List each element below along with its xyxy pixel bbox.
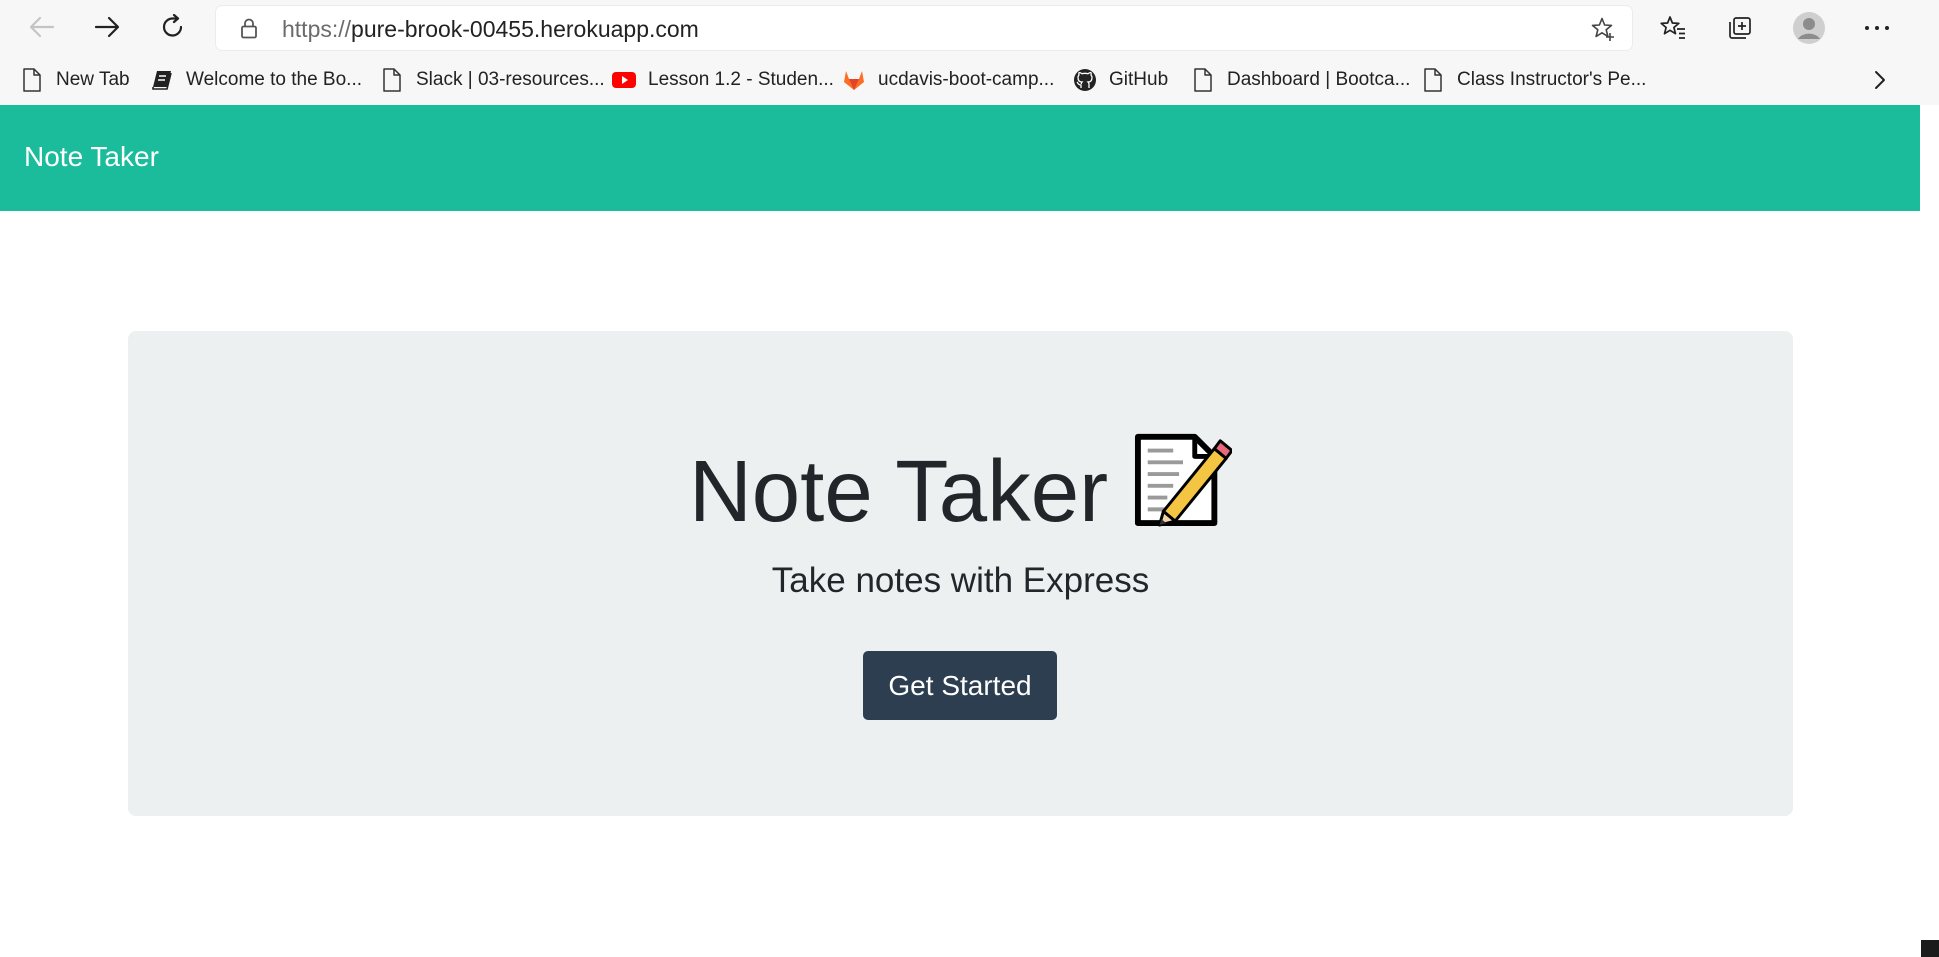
memo-icon bbox=[1135, 433, 1233, 527]
github-icon bbox=[1073, 68, 1097, 92]
chevron-right-icon bbox=[1875, 71, 1885, 89]
bookmark-label: Dashboard | Bootca... bbox=[1227, 69, 1411, 90]
browser-toolbar: https://pure-brook-00455.herokuapp.com bbox=[0, 0, 1939, 56]
bookmark-lesson[interactable]: Lesson 1.2 - Studen... bbox=[612, 64, 834, 96]
bookmark-welcome[interactable]: Welcome to the Bo... bbox=[150, 64, 362, 96]
profile-button[interactable] bbox=[1790, 9, 1828, 47]
bookmark-label: Welcome to the Bo... bbox=[186, 69, 363, 90]
url-text[interactable]: https://pure-brook-00455.herokuapp.com bbox=[282, 16, 699, 43]
collections-icon bbox=[1729, 17, 1751, 39]
avatar-icon bbox=[1793, 12, 1825, 44]
book-icon bbox=[150, 68, 174, 92]
bookmark-slack[interactable]: Slack | 03-resources... bbox=[380, 64, 605, 96]
page-icon bbox=[1191, 68, 1215, 92]
star-add-icon[interactable] bbox=[1590, 16, 1616, 42]
reload-icon bbox=[162, 14, 183, 37]
bookmarks-bar: New Tab Welcome to the Bo... Slack | 03-… bbox=[0, 56, 1939, 105]
bookmark-label: Slack | 03-resources... bbox=[416, 69, 605, 90]
navbar-brand-link[interactable]: Note Taker bbox=[24, 141, 159, 173]
url-scheme: https:// bbox=[282, 16, 352, 42]
hero-jumbotron: Note Taker Take notes with Express Get S… bbox=[128, 331, 1793, 816]
youtube-icon bbox=[612, 68, 636, 92]
ellipsis-icon bbox=[1865, 26, 1889, 30]
collections-button[interactable] bbox=[1721, 9, 1759, 47]
favorites-button[interactable] bbox=[1654, 9, 1692, 47]
page-icon bbox=[20, 68, 44, 92]
lock-icon bbox=[241, 18, 257, 39]
forward-button[interactable] bbox=[87, 7, 127, 47]
address-bar[interactable]: https://pure-brook-00455.herokuapp.com bbox=[216, 6, 1632, 50]
page-icon bbox=[380, 68, 404, 92]
reload-button[interactable] bbox=[153, 7, 193, 47]
bookmark-label: New Tab bbox=[56, 69, 130, 90]
bookmarks-overflow-button[interactable] bbox=[1866, 66, 1894, 94]
bookmark-label: ucdavis-boot-camp... bbox=[878, 69, 1055, 90]
hero-title: Note Taker bbox=[128, 429, 1793, 535]
hero-subtitle: Take notes with Express bbox=[771, 561, 1150, 600]
bookmark-label: GitHub bbox=[1109, 69, 1169, 90]
browser-chrome: https://pure-brook-00455.herokuapp.com N… bbox=[0, 0, 1939, 105]
bookmark-gitlab[interactable]: ucdavis-boot-camp... bbox=[842, 64, 1054, 96]
bookmark-github[interactable]: GitHub bbox=[1073, 64, 1168, 96]
bookmark-label: Class Instructor's Pe... bbox=[1457, 69, 1647, 90]
arrow-right-icon bbox=[94, 16, 120, 38]
bookmark-new-tab[interactable]: New Tab bbox=[20, 64, 130, 96]
back-button[interactable] bbox=[22, 7, 62, 47]
scrollbar-corner bbox=[1921, 940, 1939, 957]
gitlab-icon bbox=[842, 68, 866, 92]
site-navbar: Note Taker bbox=[0, 105, 1920, 211]
bookmark-dashboard[interactable]: Dashboard | Bootca... bbox=[1191, 64, 1410, 96]
bookmark-label: Lesson 1.2 - Studen... bbox=[648, 69, 834, 90]
url-host: pure-brook-00455.herokuapp.com bbox=[351, 16, 699, 42]
hero-title-text: Note Taker bbox=[688, 443, 1109, 540]
settings-menu-button[interactable] bbox=[1858, 9, 1896, 47]
get-started-button[interactable]: Get Started bbox=[863, 651, 1057, 720]
bookmark-class-instructor[interactable]: Class Instructor's Pe... bbox=[1421, 64, 1646, 96]
arrow-left-icon bbox=[29, 16, 55, 38]
favorites-icon bbox=[1660, 16, 1685, 39]
page-icon bbox=[1421, 68, 1445, 92]
